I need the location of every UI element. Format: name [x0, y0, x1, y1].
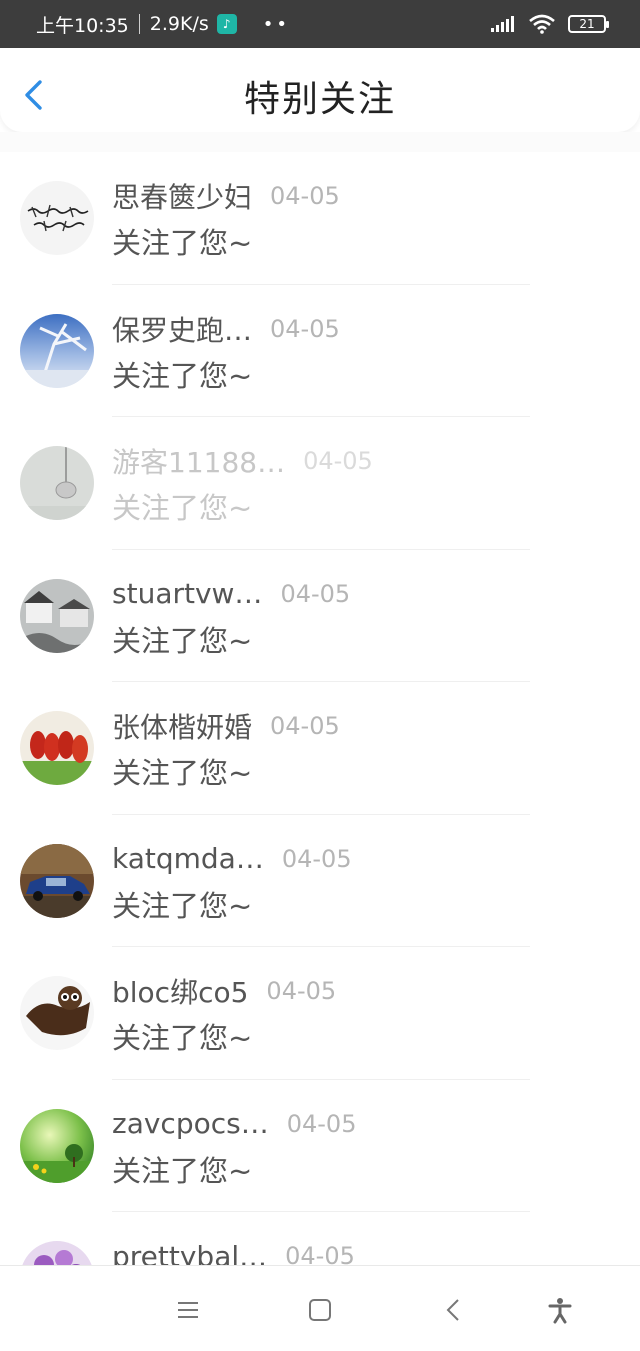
user-name: katqmda… — [112, 842, 264, 875]
winter-tree-avatar-icon — [20, 313, 94, 388]
avatar[interactable] — [20, 976, 94, 1050]
back-arrow-icon — [446, 1299, 459, 1321]
list-item[interactable]: stuartvw… 04-05 关注了您~ — [0, 550, 640, 682]
meadow-avatar-icon — [20, 1108, 94, 1183]
battery-indicator: 21 — [568, 15, 609, 33]
battery-level: 21 — [579, 17, 595, 31]
menu-icon — [178, 1302, 198, 1318]
follow-message: 关注了您~ — [112, 491, 253, 525]
follow-message: 关注了您~ — [112, 888, 253, 923]
user-name: 保罗史跑… — [112, 313, 253, 347]
header-spacer — [0, 132, 640, 152]
user-name: 思春篋少妇 — [112, 181, 253, 214]
user-name: 游客11188… — [112, 446, 286, 479]
list-item[interactable]: 游客11188… 04-05 关注了您~ — [0, 417, 640, 550]
status-bar: 上午10:35 2.9K/s ♪ •• 21 — [0, 0, 640, 48]
more-notifications-icon: •• — [262, 13, 290, 35]
follow-date: 04-05 — [266, 977, 337, 1005]
notification-app-icon: ♪ — [216, 14, 237, 34]
avatar[interactable] — [20, 843, 94, 918]
follow-message: 关注了您~ — [112, 226, 253, 260]
follow-message: 关注了您~ — [112, 358, 253, 393]
system-nav-bar — [0, 1265, 640, 1351]
signal-icon — [491, 16, 514, 32]
follow-date: 04-05 — [270, 182, 340, 210]
car-avatar-icon — [20, 843, 94, 918]
avatar[interactable] — [20, 446, 94, 520]
village-avatar-icon — [20, 578, 94, 653]
calligraphy-avatar-icon — [20, 181, 94, 255]
follow-date: 04-05 — [303, 447, 373, 475]
list-item[interactable]: 保罗史跑… 04-05 关注了您~ — [0, 285, 640, 417]
page-header: 特别关注 — [0, 48, 640, 132]
owl-avatar-icon — [20, 976, 94, 1050]
avatar[interactable] — [20, 181, 94, 255]
network-speed: 2.9K/s — [149, 13, 209, 35]
wifi-icon — [529, 14, 555, 34]
user-name: bloc绑co5 — [112, 976, 249, 1009]
home-button[interactable] — [306, 1296, 334, 1324]
list-item[interactable]: 张体楷妍婚 04-05 关注了您~ — [0, 682, 640, 815]
follow-message: 关注了您~ — [112, 623, 253, 658]
avatar[interactable] — [20, 1108, 94, 1183]
accessibility-icon — [548, 1298, 572, 1324]
follow-date: 04-05 — [286, 1109, 357, 1138]
follow-date: 04-05 — [270, 712, 340, 740]
follow-list: 思春篋少妇 04-05 关注了您~ 保罗史跑… 04-05 关注了您~ 游客11… — [0, 152, 640, 1345]
user-name: 张体楷妍婚 — [112, 711, 253, 744]
avatar[interactable] — [20, 313, 94, 388]
food-avatar-icon — [20, 711, 94, 785]
list-item[interactable]: bloc绑co5 04-05 关注了您~ — [0, 947, 640, 1080]
follow-message: 关注了您~ — [112, 1021, 253, 1055]
accessibility-button[interactable] — [546, 1296, 574, 1324]
follow-message: 关注了您~ — [112, 756, 253, 790]
square-home-icon — [309, 1299, 331, 1321]
follow-date: 04-05 — [280, 579, 351, 608]
user-name: zavcpocs… — [112, 1107, 269, 1140]
list-item[interactable]: katqmda… 04-05 关注了您~ — [0, 815, 640, 947]
status-time: 上午10:35 — [36, 14, 129, 37]
follow-date: 04-05 — [270, 314, 340, 343]
status-separator — [138, 14, 140, 34]
nav-back-button[interactable] — [440, 1296, 468, 1324]
user-name: stuartvw… — [112, 577, 263, 610]
list-item[interactable]: 思春篋少妇 04-05 关注了您~ — [0, 152, 640, 285]
menu-button[interactable] — [174, 1296, 202, 1324]
follow-date: 04-05 — [281, 844, 352, 873]
list-item[interactable]: zavcpocs… 04-05 关注了您~ — [0, 1080, 640, 1212]
avatar[interactable] — [20, 578, 94, 653]
follow-message: 关注了您~ — [112, 1153, 253, 1188]
avatar[interactable] — [20, 711, 94, 785]
page-title: 特别关注 — [243, 79, 396, 120]
lamp-avatar-icon — [20, 446, 94, 520]
